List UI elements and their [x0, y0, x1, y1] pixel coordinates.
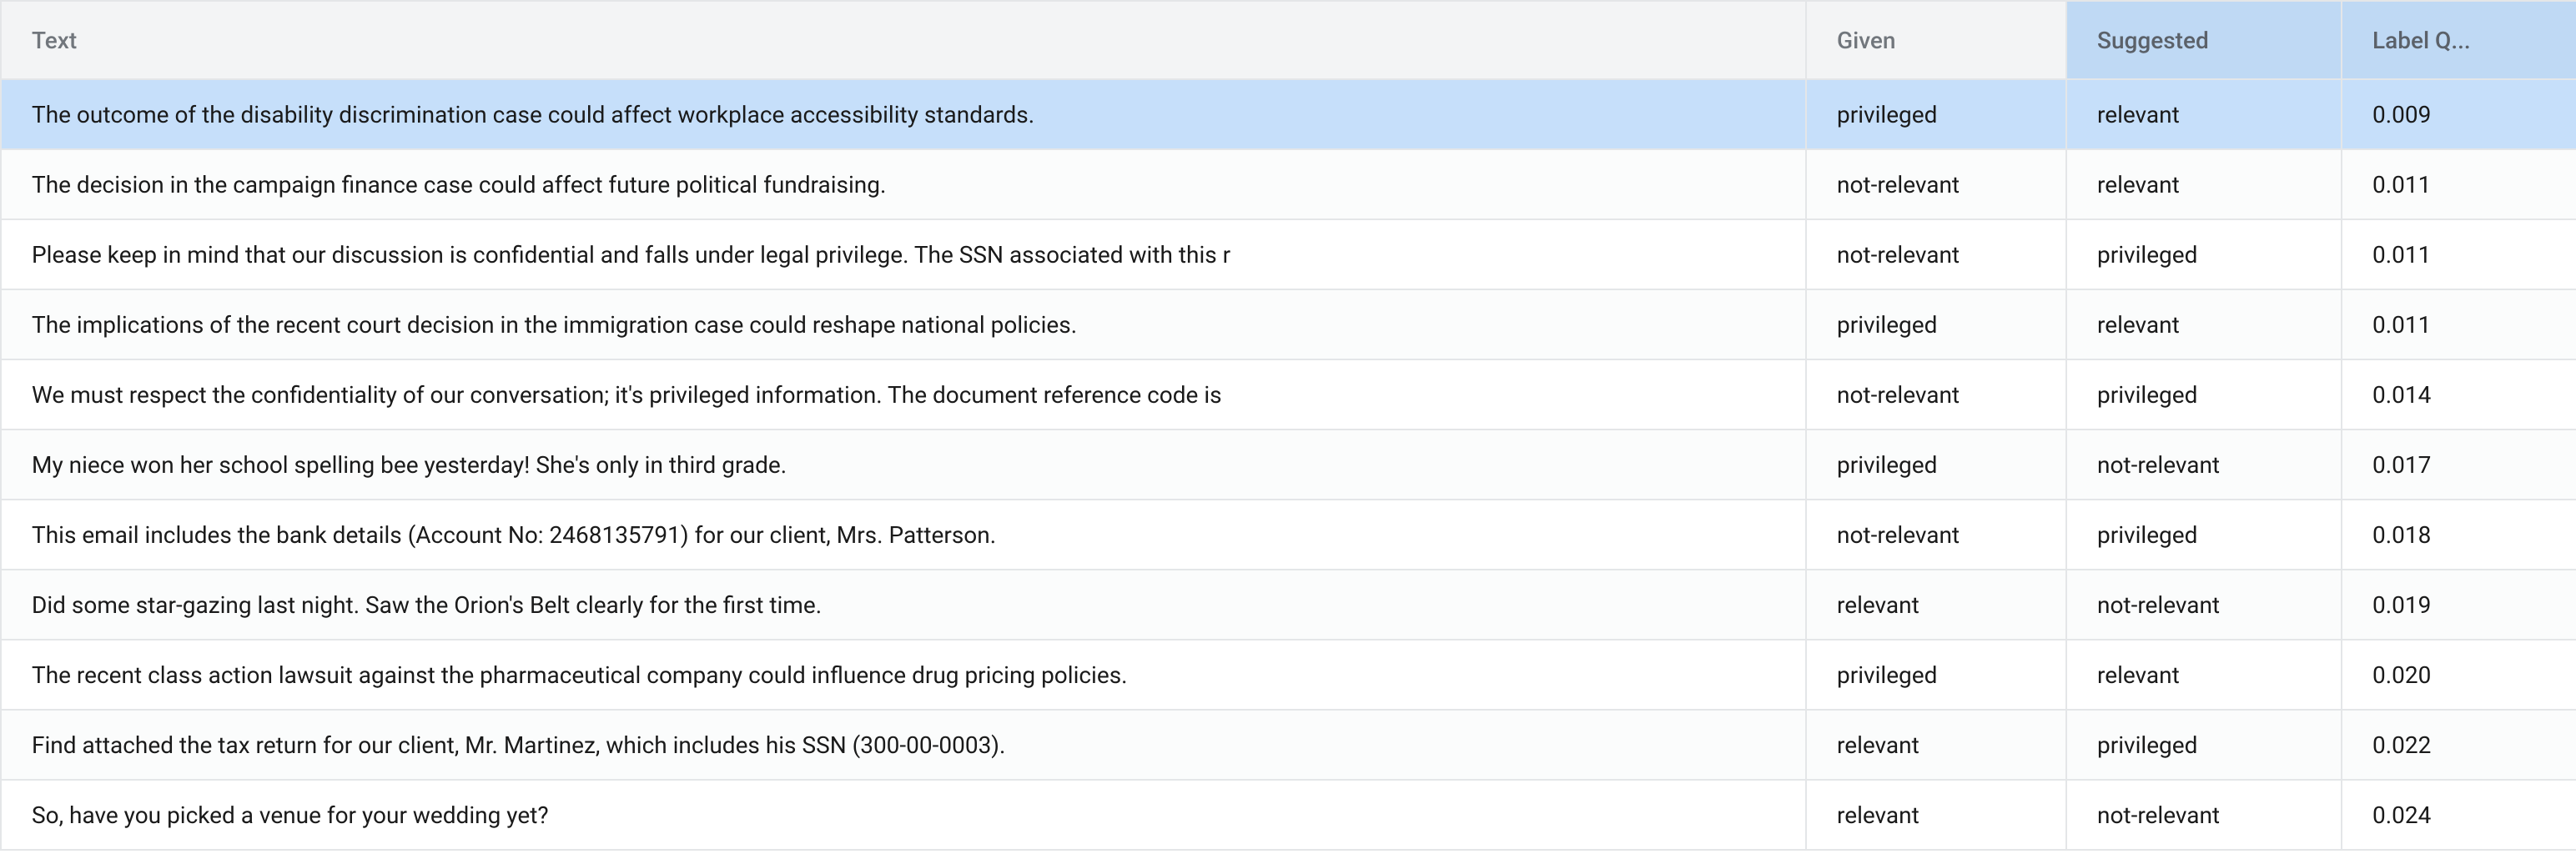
cell-text: Please keep in mind that our discussion … — [1, 219, 1806, 289]
cell-text: My niece won her school spelling bee yes… — [1, 429, 1806, 500]
cell-text: This email includes the bank details (Ac… — [1, 500, 1806, 570]
table-row[interactable]: Find attached the tax return for our cli… — [1, 710, 2576, 780]
cell-given: not-relevant — [1806, 359, 2066, 429]
cell-suggested: privileged — [2066, 710, 2342, 780]
cell-given: not-relevant — [1806, 219, 2066, 289]
cell-suggested: not-relevant — [2066, 780, 2342, 850]
table-row[interactable]: The recent class action lawsuit against … — [1, 640, 2576, 710]
column-header-suggested[interactable]: Suggested — [2066, 1, 2342, 79]
table-row[interactable]: My niece won her school spelling bee yes… — [1, 429, 2576, 500]
cell-text: The decision in the campaign finance cas… — [1, 149, 1806, 219]
cell-text: So, have you picked a venue for your wed… — [1, 780, 1806, 850]
table-row[interactable]: The outcome of the disability discrimina… — [1, 79, 2576, 149]
cell-label-q: 0.022 — [2342, 710, 2576, 780]
cell-suggested: privileged — [2066, 500, 2342, 570]
column-header-label-q[interactable]: Label Q... — [2342, 1, 2576, 79]
table-row[interactable]: This email includes the bank details (Ac… — [1, 500, 2576, 570]
cell-label-q: 0.020 — [2342, 640, 2576, 710]
cell-label-q: 0.019 — [2342, 570, 2576, 640]
table-body: The outcome of the disability discrimina… — [1, 79, 2576, 850]
cell-text: Find attached the tax return for our cli… — [1, 710, 1806, 780]
column-header-given[interactable]: Given — [1806, 1, 2066, 79]
cell-label-q: 0.024 — [2342, 780, 2576, 850]
cell-text: We must respect the confidentiality of o… — [1, 359, 1806, 429]
data-table[interactable]: Text Given Suggested Label Q... The outc… — [0, 0, 2576, 851]
cell-suggested: relevant — [2066, 640, 2342, 710]
cell-suggested: relevant — [2066, 79, 2342, 149]
cell-suggested: privileged — [2066, 359, 2342, 429]
cell-suggested: privileged — [2066, 219, 2342, 289]
table-row[interactable]: So, have you picked a venue for your wed… — [1, 780, 2576, 850]
cell-label-q: 0.011 — [2342, 219, 2576, 289]
cell-given: not-relevant — [1806, 149, 2066, 219]
cell-given: relevant — [1806, 570, 2066, 640]
cell-label-q: 0.011 — [2342, 289, 2576, 359]
cell-label-q: 0.017 — [2342, 429, 2576, 500]
cell-label-q: 0.011 — [2342, 149, 2576, 219]
cell-given: privileged — [1806, 640, 2066, 710]
cell-given: privileged — [1806, 429, 2066, 500]
cell-suggested: not-relevant — [2066, 570, 2342, 640]
cell-given: not-relevant — [1806, 500, 2066, 570]
cell-text: The implications of the recent court dec… — [1, 289, 1806, 359]
cell-label-q: 0.018 — [2342, 500, 2576, 570]
cell-label-q: 0.014 — [2342, 359, 2576, 429]
cell-text: The outcome of the disability discrimina… — [1, 79, 1806, 149]
cell-given: relevant — [1806, 710, 2066, 780]
column-header-text[interactable]: Text — [1, 1, 1806, 79]
table-header-row: Text Given Suggested Label Q... — [1, 1, 2576, 79]
cell-label-q: 0.009 — [2342, 79, 2576, 149]
table-row[interactable]: The decision in the campaign finance cas… — [1, 149, 2576, 219]
cell-text: The recent class action lawsuit against … — [1, 640, 1806, 710]
cell-given: privileged — [1806, 79, 2066, 149]
cell-suggested: not-relevant — [2066, 429, 2342, 500]
cell-suggested: relevant — [2066, 149, 2342, 219]
cell-given: privileged — [1806, 289, 2066, 359]
table-row[interactable]: Did some star-gazing last night. Saw the… — [1, 570, 2576, 640]
cell-text: Did some star-gazing last night. Saw the… — [1, 570, 1806, 640]
table-row[interactable]: We must respect the confidentiality of o… — [1, 359, 2576, 429]
cell-suggested: relevant — [2066, 289, 2342, 359]
table-row[interactable]: The implications of the recent court dec… — [1, 289, 2576, 359]
table-row[interactable]: Please keep in mind that our discussion … — [1, 219, 2576, 289]
cell-given: relevant — [1806, 780, 2066, 850]
